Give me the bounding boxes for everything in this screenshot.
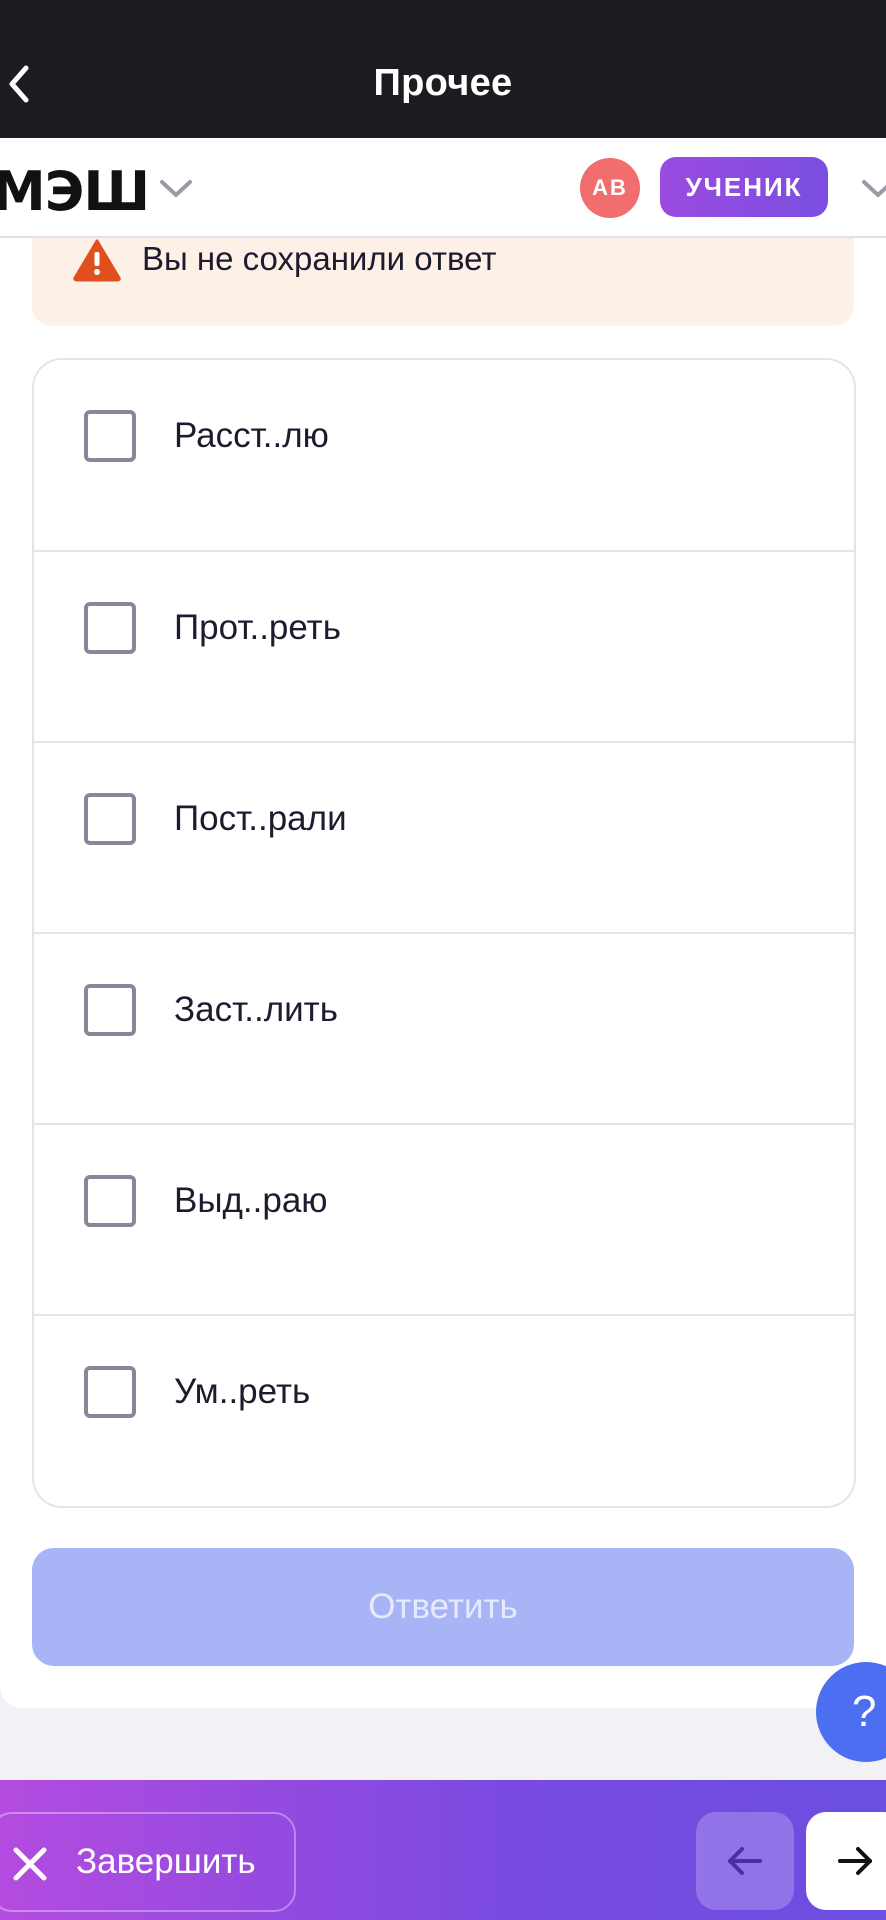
options-list: Расст..лю Прот..реть Пост..рали Заст..ли…	[32, 358, 856, 1508]
next-button[interactable]	[806, 1812, 886, 1910]
role-badge[interactable]: УЧЕНИК	[660, 157, 828, 217]
previous-button[interactable]	[696, 1812, 794, 1910]
warning-text: Вы не сохранили ответ	[142, 240, 497, 277]
checkbox[interactable]	[84, 1366, 136, 1418]
option-label: Выд..раю	[174, 1181, 328, 1220]
arrow-left-icon	[728, 1847, 762, 1875]
option-item[interactable]: Прот..реть	[34, 550, 854, 742]
warning-icon	[73, 239, 121, 282]
option-item[interactable]: Пост..рали	[34, 741, 854, 933]
arrow-right-icon	[838, 1847, 872, 1875]
answer-button[interactable]: Ответить	[32, 1548, 854, 1666]
option-label: Расст..лю	[174, 416, 329, 455]
option-label: Прот..реть	[174, 608, 341, 647]
option-item[interactable]: Расст..лю	[34, 360, 854, 550]
option-label: Ум..реть	[174, 1372, 311, 1411]
checkbox[interactable]	[84, 984, 136, 1036]
option-item[interactable]: Выд..раю	[34, 1123, 854, 1315]
avatar[interactable]: АВ	[580, 158, 640, 218]
checkbox[interactable]	[84, 793, 136, 845]
close-icon	[13, 1847, 47, 1881]
question-panel: Вы не сохранили ответ Расст..лю Прот..ре…	[0, 238, 886, 1708]
finish-label: Завершить	[76, 1842, 256, 1881]
option-item[interactable]: Ум..реть	[34, 1314, 854, 1506]
finish-button[interactable]: Завершить	[0, 1812, 296, 1912]
checkbox[interactable]	[84, 410, 136, 462]
app-logo[interactable]: МЭШ	[0, 160, 150, 223]
option-label: Пост..рали	[174, 799, 347, 838]
app-header: МЭШ АВ УЧЕНИК	[0, 138, 886, 238]
unsaved-warning: Вы не сохранили ответ	[32, 238, 854, 326]
bottom-bar: Завершить	[0, 1780, 886, 1920]
page-title: Прочее	[373, 62, 513, 104]
chevron-down-icon[interactable]	[860, 178, 886, 200]
checkbox[interactable]	[84, 1175, 136, 1227]
chevron-down-icon[interactable]	[158, 178, 194, 200]
option-item[interactable]: Заст..лить	[34, 932, 854, 1124]
option-label: Заст..лить	[174, 990, 338, 1029]
checkbox[interactable]	[84, 602, 136, 654]
top-bar: Прочее	[0, 0, 886, 138]
